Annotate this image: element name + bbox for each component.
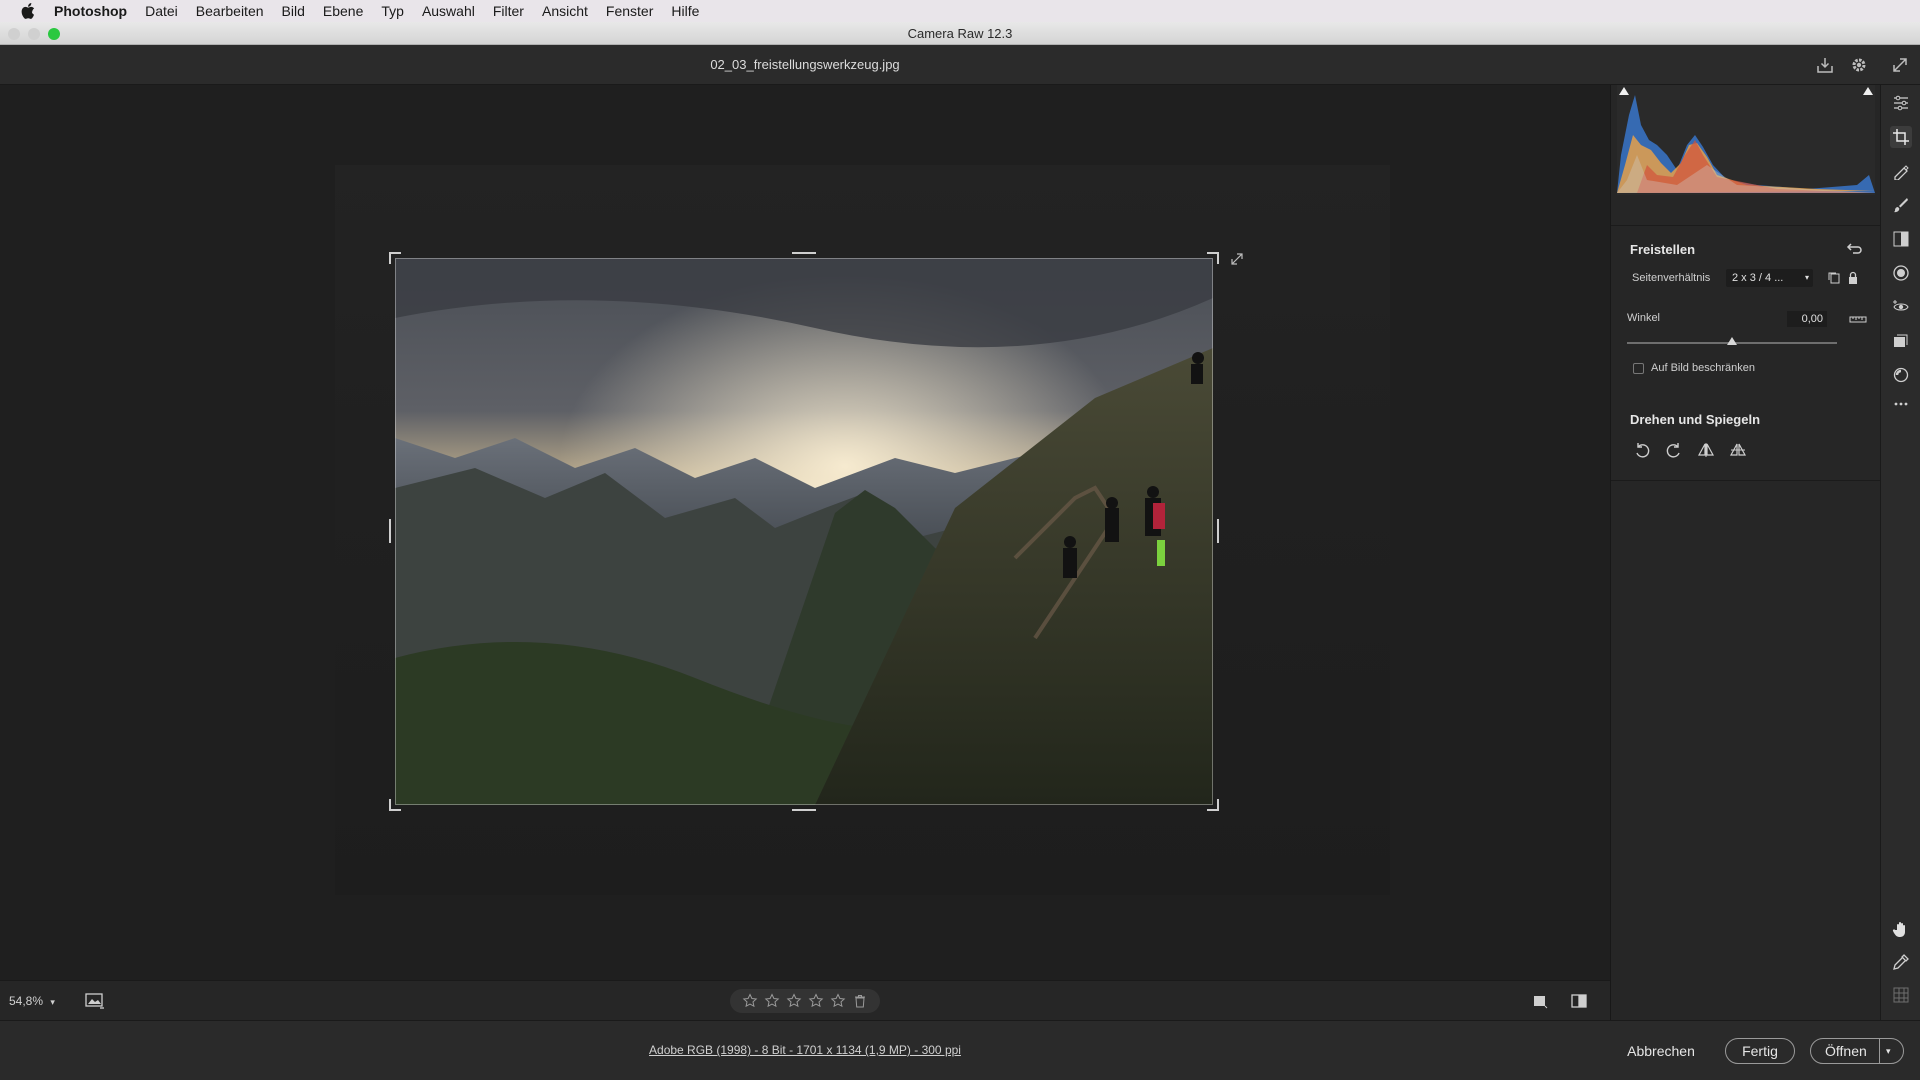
gear-icon[interactable] [1848, 54, 1870, 76]
highlight-clipping-icon[interactable] [1861, 85, 1875, 104]
open-button[interactable]: Öffnen ▾ [1810, 1038, 1904, 1064]
star-icon[interactable] [808, 993, 824, 1009]
aspect-ratio-select[interactable]: 2 x 3 / 4 ... ▾ [1726, 269, 1813, 287]
rotate-flip-title: Drehen und Spiegeln [1630, 412, 1761, 427]
angle-slider-thumb[interactable] [1727, 337, 1737, 345]
rating-bar [730, 989, 880, 1013]
star-icon[interactable] [742, 993, 758, 1009]
hand-tool-icon[interactable] [1890, 918, 1912, 940]
adjustment-brush-icon[interactable] [1890, 194, 1912, 216]
photo-preview[interactable] [395, 258, 1213, 805]
canvas-status-bar: 54,8% ▾ [0, 980, 1610, 1020]
menu-app[interactable]: Photoshop [54, 3, 127, 19]
image-canvas[interactable] [0, 85, 1610, 980]
crop-tool-icon[interactable] [1890, 126, 1912, 148]
rotate-cw-icon[interactable] [1663, 439, 1685, 461]
tool-strip [1880, 85, 1920, 1020]
aspect-ratio-label: Seitenverhältnis [1632, 272, 1711, 284]
file-name: 02_03_freistellungswerkzeug.jpg [710, 57, 900, 72]
menu-ansicht[interactable]: Ansicht [542, 3, 588, 19]
straighten-tool-icon[interactable] [1847, 308, 1869, 330]
minimize-window-button[interactable] [28, 28, 40, 40]
window-title: Camera Raw 12.3 [907, 26, 1013, 41]
shadow-clipping-icon[interactable] [1617, 85, 1631, 104]
trash-icon[interactable] [852, 993, 868, 1009]
more-icon[interactable] [1890, 393, 1912, 415]
histogram [1617, 85, 1875, 195]
aspect-ratio-value: 2 x 3 / 4 ... [1732, 272, 1784, 284]
star-icon[interactable] [786, 993, 802, 1009]
reset-icon[interactable] [1843, 238, 1865, 260]
cancel-button[interactable]: Abbrechen [1616, 1038, 1706, 1064]
menu-typ[interactable]: Typ [381, 3, 404, 19]
zoom-level-select[interactable]: 54,8% ▾ [9, 994, 55, 1008]
single-view-icon[interactable] [1529, 990, 1551, 1012]
apple-icon[interactable] [18, 1, 38, 21]
presets-icon[interactable] [1890, 330, 1912, 352]
menu-datei[interactable]: Datei [145, 3, 178, 19]
crop-handle-top-right[interactable] [1207, 252, 1219, 264]
menu-auswahl[interactable]: Auswahl [422, 3, 475, 19]
edit-panel: Freistellen Seitenverhältnis 2 x 3 / 4 .… [1610, 85, 1881, 1020]
crop-handle-top-left[interactable] [389, 252, 401, 264]
angle-label: Winkel [1627, 312, 1661, 324]
lock-icon[interactable] [1842, 267, 1864, 289]
red-eye-icon[interactable] [1890, 296, 1912, 318]
camera-raw-header: 02_03_freistellungswerkzeug.jpg [0, 45, 1920, 85]
flip-vertical-icon[interactable] [1727, 439, 1749, 461]
footer-bar: Adobe RGB (1998) - 8 Bit - 1701 x 1134 (… [0, 1020, 1920, 1080]
open-button-label: Öffnen [1825, 1043, 1867, 1059]
crop-handle-bottom[interactable] [792, 809, 816, 811]
eyedropper-icon[interactable] [1890, 951, 1912, 973]
constrain-to-image-label: Auf Bild beschränken [1651, 362, 1755, 374]
graduated-filter-icon[interactable] [1890, 228, 1912, 250]
crop-handle-bottom-right[interactable] [1207, 799, 1219, 811]
chevron-down-icon: ▾ [50, 997, 55, 1007]
save-image-icon[interactable] [1814, 54, 1836, 76]
menu-hilfe[interactable]: Hilfe [671, 3, 699, 19]
rotate-ccw-icon[interactable] [1631, 439, 1653, 461]
flip-horizontal-icon[interactable] [1695, 439, 1717, 461]
before-after-icon[interactable] [1568, 990, 1590, 1012]
image-preview-icon[interactable] [84, 990, 106, 1012]
window-titlebar: Camera Raw 12.3 [0, 22, 1920, 45]
spot-removal-icon[interactable] [1890, 160, 1912, 182]
radial-filter-icon[interactable] [1890, 262, 1912, 284]
angle-input[interactable]: 0,00 [1787, 311, 1827, 327]
zoom-level: 54,8% [9, 994, 44, 1008]
fullscreen-icon[interactable] [1889, 54, 1911, 76]
constrain-to-image-checkbox[interactable] [1633, 363, 1644, 374]
crop-handle-bottom-left[interactable] [389, 799, 401, 811]
crop-section-title: Freistellen [1630, 242, 1696, 257]
menu-bild[interactable]: Bild [282, 3, 305, 19]
chevron-down-icon[interactable]: ▾ [1886, 1046, 1891, 1057]
menu-bearbeiten[interactable]: Bearbeiten [196, 3, 264, 19]
menubar: Photoshop Datei Bearbeiten Bild Ebene Ty… [0, 0, 1920, 22]
rotate-crop-icon[interactable] [1226, 248, 1248, 270]
crop-handle-right[interactable] [1217, 519, 1219, 543]
snapshots-icon[interactable] [1890, 364, 1912, 386]
chevron-down-icon: ▾ [1804, 273, 1809, 282]
star-icon[interactable] [764, 993, 780, 1009]
close-window-button[interactable] [8, 28, 20, 40]
rotate-flip-section: Drehen und Spiegeln [1611, 395, 1881, 515]
menu-ebene[interactable]: Ebene [323, 3, 363, 19]
edit-sliders-icon[interactable] [1890, 92, 1912, 114]
workflow-options-link[interactable]: Adobe RGB (1998) - 8 Bit - 1701 x 1134 (… [0, 1043, 1610, 1057]
menu-fenster[interactable]: Fenster [606, 3, 653, 19]
crop-handle-left[interactable] [389, 519, 391, 543]
crop-handle-top[interactable] [792, 252, 816, 254]
star-icon[interactable] [830, 993, 846, 1009]
grid-icon[interactable] [1890, 984, 1912, 1006]
menu-filter[interactable]: Filter [493, 3, 524, 19]
done-button[interactable]: Fertig [1725, 1038, 1795, 1064]
zoom-window-button[interactable] [48, 28, 60, 40]
